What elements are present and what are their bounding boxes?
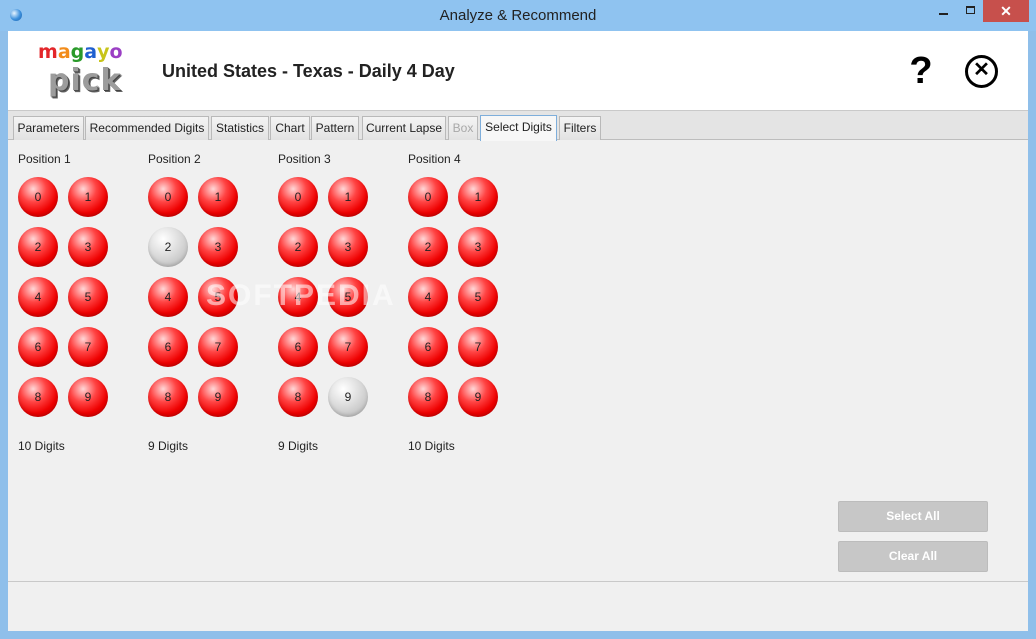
tab-statistics[interactable]: Statistics bbox=[211, 116, 269, 140]
digit-ball-0[interactable]: 0 bbox=[278, 177, 318, 217]
digit-ball-7[interactable]: 7 bbox=[68, 327, 108, 367]
window-close-button[interactable]: ✕ bbox=[983, 0, 1029, 22]
digit-ball-1[interactable]: 1 bbox=[68, 177, 108, 217]
digit-ball-6[interactable]: 6 bbox=[278, 327, 318, 367]
digit-ball-4[interactable]: 4 bbox=[408, 277, 448, 317]
digit-count-label: 10 Digits bbox=[408, 439, 455, 453]
digit-ball-4[interactable]: 4 bbox=[18, 277, 58, 317]
digit-ball-7[interactable]: 7 bbox=[328, 327, 368, 367]
digit-ball-4[interactable]: 4 bbox=[148, 277, 188, 317]
digit-ball-5[interactable]: 5 bbox=[68, 277, 108, 317]
logo-letter: m bbox=[38, 41, 58, 63]
header: magayo pick United States - Texas - Dail… bbox=[8, 31, 1028, 111]
digit-ball-6[interactable]: 6 bbox=[148, 327, 188, 367]
position-label: Position 2 bbox=[148, 152, 201, 166]
clear-all-button[interactable]: Clear All bbox=[838, 541, 988, 572]
minimize-button[interactable] bbox=[930, 0, 956, 22]
status-footer bbox=[8, 581, 1028, 631]
digit-ball-8[interactable]: 8 bbox=[18, 377, 58, 417]
digit-ball-2[interactable]: 2 bbox=[18, 227, 58, 267]
tab-parameters[interactable]: Parameters bbox=[13, 116, 84, 140]
tab-filters[interactable]: Filters bbox=[559, 116, 601, 140]
digit-ball-7[interactable]: 7 bbox=[458, 327, 498, 367]
digit-ball-7[interactable]: 7 bbox=[198, 327, 238, 367]
tab-chart[interactable]: Chart bbox=[270, 116, 310, 140]
digit-count-label: 9 Digits bbox=[278, 439, 319, 453]
digit-count-label: 10 Digits bbox=[18, 439, 65, 453]
digit-ball-1[interactable]: 1 bbox=[198, 177, 238, 217]
logo-letter: y bbox=[97, 41, 110, 63]
logo-wordmark-bottom: pick bbox=[48, 63, 122, 98]
close-circle-icon[interactable]: ✕ bbox=[965, 55, 998, 88]
digit-ball-9[interactable]: 9 bbox=[198, 377, 238, 417]
logo-letter: g bbox=[70, 41, 85, 63]
logo-letter: o bbox=[109, 41, 123, 63]
magayo-logo: magayo pick bbox=[38, 41, 133, 99]
digit-ball-2[interactable]: 2 bbox=[408, 227, 448, 267]
digit-ball-0[interactable]: 0 bbox=[18, 177, 58, 217]
tab-current-lapse[interactable]: Current Lapse bbox=[362, 116, 446, 140]
digit-ball-2[interactable]: 2 bbox=[278, 227, 318, 267]
window-title: Analyze & Recommend bbox=[439, 7, 597, 24]
digit-ball-8[interactable]: 8 bbox=[278, 377, 318, 417]
digit-ball-3[interactable]: 3 bbox=[458, 227, 498, 267]
digit-ball-6[interactable]: 6 bbox=[408, 327, 448, 367]
digit-ball-1[interactable]: 1 bbox=[458, 177, 498, 217]
lottery-title: United States - Texas - Daily 4 Day bbox=[162, 61, 455, 81]
maximize-icon bbox=[965, 6, 975, 15]
logo-letter: a bbox=[57, 41, 71, 63]
maximize-button[interactable] bbox=[957, 0, 983, 22]
position-4-group: Position 4 0 1 2 3 4 5 6 7 8 9 10 Digits bbox=[408, 149, 538, 453]
digit-ball-3[interactable]: 3 bbox=[198, 227, 238, 267]
digit-ball-1[interactable]: 1 bbox=[328, 177, 368, 217]
digit-ball-2[interactable]: 2 bbox=[148, 227, 188, 267]
digit-ball-9[interactable]: 9 bbox=[458, 377, 498, 417]
digit-ball-3[interactable]: 3 bbox=[68, 227, 108, 267]
position-label: Position 4 bbox=[408, 152, 461, 166]
title-bar: Analyze & Recommend ✕ bbox=[0, 0, 1036, 31]
logo-letter: a bbox=[84, 41, 98, 63]
digit-ball-0[interactable]: 0 bbox=[408, 177, 448, 217]
digit-ball-8[interactable]: 8 bbox=[148, 377, 188, 417]
digit-ball-8[interactable]: 8 bbox=[408, 377, 448, 417]
position-label: Position 3 bbox=[278, 152, 331, 166]
tab-bar: Parameters Recommended Digits Statistics Ch… bbox=[8, 111, 1028, 141]
tab-pattern[interactable]: Pattern bbox=[311, 116, 359, 140]
digit-ball-0[interactable]: 0 bbox=[148, 177, 188, 217]
window-client: magayo pick United States - Texas - Dail… bbox=[8, 31, 1028, 631]
tab-recommended-digits[interactable]: Recommended Digits bbox=[85, 116, 209, 140]
position-1-group: Position 1 0 1 2 3 4 5 6 7 8 9 10 Digits bbox=[18, 149, 148, 453]
select-all-button[interactable]: Select All bbox=[838, 501, 988, 532]
help-icon[interactable]: ? bbox=[906, 51, 936, 91]
watermark: SOFTPEDIA bbox=[206, 279, 396, 312]
logo-wordmark-top: magayo bbox=[38, 41, 123, 63]
digit-count-label: 9 Digits bbox=[148, 439, 189, 453]
tab-select-digits[interactable]: Select Digits bbox=[480, 115, 557, 141]
minimize-icon bbox=[938, 13, 948, 16]
digit-ball-6[interactable]: 6 bbox=[18, 327, 58, 367]
digit-ball-9[interactable]: 9 bbox=[68, 377, 108, 417]
digit-ball-3[interactable]: 3 bbox=[328, 227, 368, 267]
position-label: Position 1 bbox=[18, 152, 71, 166]
digit-ball-5[interactable]: 5 bbox=[458, 277, 498, 317]
digit-ball-9[interactable]: 9 bbox=[328, 377, 368, 417]
tab-box: Box bbox=[448, 116, 478, 140]
